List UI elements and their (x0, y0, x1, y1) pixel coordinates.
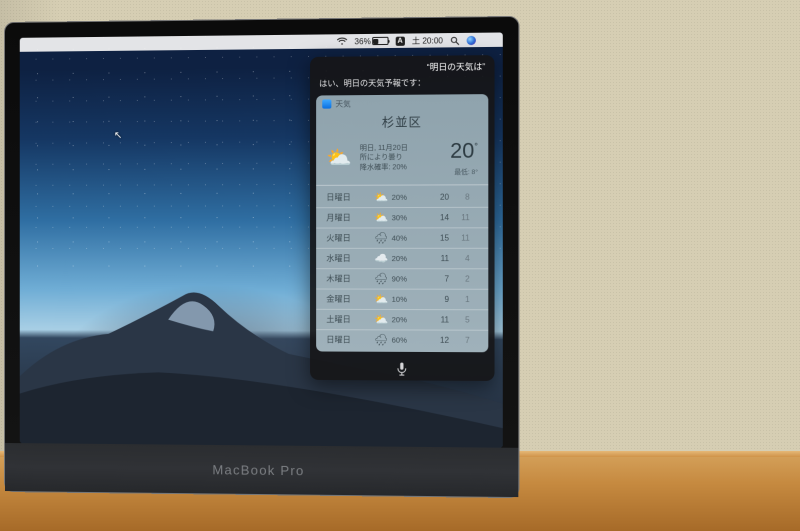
forecast-row[interactable]: 火曜日🌧40%1511 (316, 227, 488, 248)
forecast-low: 2 (449, 274, 470, 283)
weather-date: 明日, 11月20日 (360, 144, 408, 154)
forecast-precip: 60% (392, 336, 423, 345)
forecast-icon: ⛅ (371, 191, 391, 204)
forecast-row[interactable]: 水曜日☁️20%114 (316, 248, 488, 268)
weather-app-name: 天気 (335, 98, 350, 109)
forecast-low: 4 (449, 254, 470, 263)
forecast-low: 11 (449, 213, 470, 222)
forecast-icon: 🌧 (371, 272, 391, 285)
weather-card[interactable]: 天気 杉並区 ⛅ 明日, 11月20日 所により曇り 降水確率: 20% (316, 94, 488, 352)
weather-summary: ⛅ 明日, 11月20日 所により曇り 降水確率: 20% 20° (316, 135, 488, 186)
clock[interactable]: 土 20:00 (412, 35, 443, 47)
forecast-day: 金曜日 (326, 294, 371, 305)
forecast-high: 12 (422, 336, 449, 345)
forecast-high: 11 (422, 254, 449, 263)
forecast-low: 7 (449, 336, 470, 345)
forecast-precip: 40% (392, 234, 423, 243)
forecast-day: 月曜日 (326, 212, 371, 223)
forecast-day: 日曜日 (326, 192, 371, 203)
siri-response-text: はい、明日の天気予報です： (310, 76, 494, 96)
weather-app-icon (322, 99, 331, 108)
forecast-high: 7 (422, 274, 449, 283)
forecast-high: 14 (422, 213, 449, 222)
forecast-row[interactable]: 月曜日⛅30%1411 (316, 207, 488, 228)
forecast-day: 日曜日 (326, 334, 371, 345)
forecast-icon: 🌧 (371, 333, 391, 346)
forecast-icon: ☁️ (371, 252, 391, 265)
battery-pct-label: 36% (354, 36, 370, 45)
wifi-icon[interactable] (336, 37, 347, 45)
forecast-low: 1 (449, 295, 470, 304)
battery-status[interactable]: 36% (354, 36, 388, 46)
forecast-precip: 20% (392, 254, 423, 263)
forecast-row[interactable]: 金曜日⛅10%91 (316, 288, 488, 309)
siri-mic-button[interactable] (310, 358, 494, 381)
forecast-icon: ⛅ (371, 293, 391, 306)
forecast-high: 9 (422, 295, 449, 304)
forecast-day: 水曜日 (326, 253, 371, 264)
forecast-precip: 10% (392, 295, 423, 304)
forecast-row[interactable]: 木曜日🌧90%72 (316, 268, 488, 289)
forecast-day: 木曜日 (326, 273, 371, 284)
forecast-row[interactable]: 日曜日⛅20%208 (316, 187, 488, 207)
display: ↖ 36% A 土 20:00 (20, 32, 503, 447)
forecast-high: 11 (422, 315, 449, 324)
laptop: ↖ 36% A 土 20:00 (4, 22, 514, 492)
weather-condition-icon: ⛅ (326, 148, 351, 168)
laptop-chin: MacBook Pro (5, 443, 518, 497)
spotlight-icon[interactable] (450, 36, 459, 45)
forecast-high: 15 (422, 233, 449, 242)
forecast-low: 8 (449, 193, 470, 202)
forecast-high: 20 (422, 193, 449, 202)
forecast-row[interactable]: 土曜日⛅20%115 (316, 309, 488, 330)
forecast-icon: 🌧 (371, 232, 391, 245)
input-source-indicator[interactable]: A (395, 36, 404, 45)
forecast-row[interactable]: 日曜日🌧60%127 (316, 329, 488, 350)
weather-condition: 所により曇り (360, 153, 408, 163)
weather-card-caption: 天気 (316, 94, 488, 112)
battery-icon (372, 37, 388, 45)
forecast-precip: 20% (392, 315, 423, 324)
forecast-icon: ⛅ (371, 313, 391, 326)
forecast-precip: 30% (392, 213, 423, 222)
forecast-low: 5 (449, 315, 470, 324)
laptop-bezel: ↖ 36% A 土 20:00 (4, 16, 519, 498)
siri-icon[interactable] (467, 35, 476, 44)
notification-center-icon[interactable] (483, 35, 494, 44)
forecast-day: 土曜日 (326, 314, 371, 325)
forecast-day: 火曜日 (326, 233, 371, 244)
forecast-precip: 90% (392, 274, 423, 283)
weather-precip: 降水確率: 20% (360, 163, 408, 173)
forecast-precip: 20% (392, 193, 423, 202)
forecast-icon: ⛅ (371, 211, 391, 224)
siri-panel: 明日の天気は はい、明日の天気予報です： 天気 杉並区 ⛅ 明 (310, 55, 494, 381)
forecast-list: 日曜日⛅20%208月曜日⛅30%1411火曜日🌧40%1511水曜日☁️20%… (316, 185, 488, 352)
weather-temp: 20° (450, 139, 478, 164)
siri-user-query: 明日の天気は (310, 55, 494, 77)
weather-low: 最低: 8° (450, 166, 478, 176)
forecast-low: 11 (449, 233, 470, 242)
laptop-model-label: MacBook Pro (212, 462, 304, 478)
photo-scene: ↖ 36% A 土 20:00 (0, 0, 800, 531)
weather-location: 杉並区 (316, 110, 488, 136)
mouse-cursor: ↖ (114, 130, 122, 141)
